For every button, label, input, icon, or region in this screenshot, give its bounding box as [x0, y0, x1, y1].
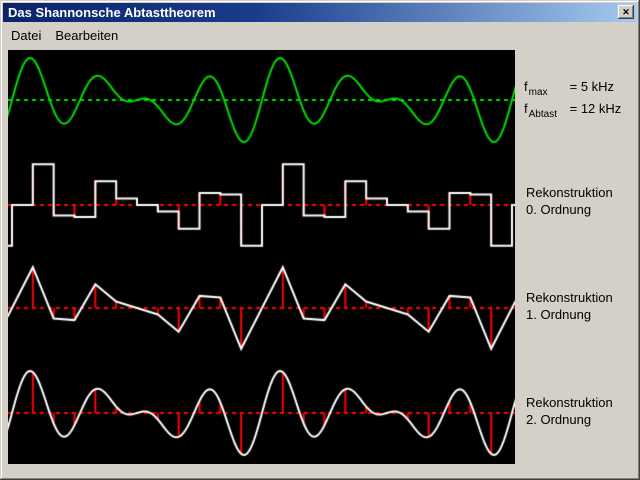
- label-text: Rekonstruktion: [526, 185, 613, 200]
- app-window: Das Shannonsche Abtasttheorem ✕ Datei Be…: [0, 0, 640, 480]
- label-text: 1. Ordnung: [526, 307, 592, 322]
- menu-item-datei[interactable]: Datei: [5, 26, 47, 45]
- label-reconstruction-1: Rekonstruktion 1. Ordnung: [526, 289, 613, 323]
- title-bar[interactable]: Das Shannonsche Abtasttheorem ✕: [3, 3, 637, 22]
- f-abtast-label: fAbtast = 12 kHz: [524, 101, 622, 120]
- label-reconstruction-2: Rekonstruktion 2. Ordnung: [526, 394, 613, 428]
- close-icon: ✕: [622, 6, 630, 17]
- label-text: Rekonstruktion: [526, 395, 613, 410]
- label-reconstruction-0: Rekonstruktion 0. Ordnung: [526, 184, 613, 218]
- close-button[interactable]: ✕: [618, 5, 634, 19]
- menu-bar: Datei Bearbeiten: [3, 22, 637, 48]
- label-text: 2. Ordnung: [526, 412, 592, 427]
- f-max-label: fmax = 5 kHz: [524, 79, 615, 98]
- frequency-info: fmax = 5 kHz fAbtast = 12 kHz: [524, 78, 621, 122]
- menu-item-bearbeiten[interactable]: Bearbeiten: [49, 26, 124, 45]
- window-title: Das Shannonsche Abtasttheorem: [8, 5, 216, 20]
- label-text: 0. Ordnung: [526, 202, 592, 217]
- signal-plot-canvas: [8, 50, 515, 464]
- label-text: Rekonstruktion: [526, 290, 613, 305]
